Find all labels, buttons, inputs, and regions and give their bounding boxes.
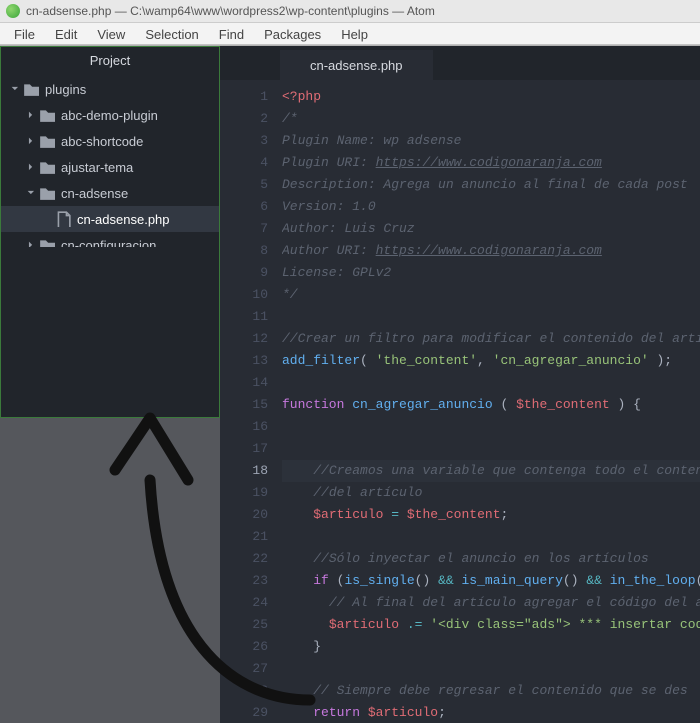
tab-label: cn-adsense.php <box>310 58 403 73</box>
code-line[interactable]: Author URI: https://www.codigonaranja.co… <box>282 240 700 262</box>
tree-label: cn-adsense <box>61 186 128 201</box>
chevron-right-icon <box>25 161 37 173</box>
code-line[interactable]: // Al final del artículo agregar el códi… <box>282 592 700 614</box>
code-line[interactable]: Plugin URI: https://www.codigonaranja.co… <box>282 152 700 174</box>
code-line[interactable]: $articulo = $the_content; <box>282 504 700 526</box>
folder-icon <box>39 159 55 175</box>
code-line[interactable]: return $articulo; <box>282 702 700 723</box>
window-titlebar: cn-adsense.php — C:\wamp64\www\wordpress… <box>0 0 700 23</box>
tree-label: abc-shortcode <box>61 134 143 149</box>
code-line[interactable] <box>282 526 700 548</box>
code-line[interactable]: License: GPLv2 <box>282 262 700 284</box>
editor-pane: cn-adsense.php 1234567891011121314151617… <box>220 46 700 723</box>
project-tree[interactable]: plugins abc-demo-plugin abc-shortcode ajust… <box>1 76 219 247</box>
folder-icon <box>39 107 55 123</box>
editor-tab-bar: cn-adsense.php <box>220 46 700 80</box>
menu-selection[interactable]: Selection <box>135 25 208 44</box>
chevron-down-icon <box>9 83 21 95</box>
tree-row[interactable]: cn-configuracion <box>1 232 219 247</box>
folder-icon <box>23 81 39 97</box>
code-line[interactable] <box>282 658 700 680</box>
code-line[interactable]: Plugin Name: wp adsense <box>282 130 700 152</box>
menu-view[interactable]: View <box>87 25 135 44</box>
code-line[interactable]: */ <box>282 284 700 306</box>
code-line[interactable]: add_filter( 'the_content', 'cn_agregar_a… <box>282 350 700 372</box>
atom-app-icon <box>6 4 20 18</box>
menu-edit[interactable]: Edit <box>45 25 87 44</box>
menu-bar: File Edit View Selection Find Packages H… <box>0 23 700 46</box>
menu-file[interactable]: File <box>4 25 45 44</box>
line-number-gutter: 1234567891011121314151617181920212223242… <box>220 80 282 723</box>
code-editor[interactable]: 1234567891011121314151617181920212223242… <box>220 80 700 723</box>
code-line[interactable]: //Crear un filtro para modificar el cont… <box>282 328 700 350</box>
code-line[interactable] <box>282 306 700 328</box>
window-title: cn-adsense.php — C:\wamp64\www\wordpress… <box>26 4 435 18</box>
tree-label: ajustar-tema <box>61 160 133 175</box>
tree-row[interactable]: cn-adsense <box>1 180 219 206</box>
code-line[interactable]: function cn_agregar_anuncio ( $the_conte… <box>282 394 700 416</box>
tab-cn-adsense[interactable]: cn-adsense.php <box>280 49 433 80</box>
menu-help[interactable]: Help <box>331 25 378 44</box>
code-line[interactable]: if (is_single() && is_main_query() && in… <box>282 570 700 592</box>
code-line[interactable]: Version: 1.0 <box>282 196 700 218</box>
tree-label: cn-configuracion <box>61 238 156 247</box>
chevron-right-icon <box>25 135 37 147</box>
menu-packages[interactable]: Packages <box>254 25 331 44</box>
code-line[interactable]: /* <box>282 108 700 130</box>
chevron-right-icon <box>25 109 37 121</box>
code-line[interactable] <box>282 372 700 394</box>
chevron-right-icon <box>25 239 37 247</box>
code-line[interactable]: //Sólo inyectar el anuncio en los artícu… <box>282 548 700 570</box>
tree-label: abc-demo-plugin <box>61 108 158 123</box>
folder-icon <box>39 237 55 247</box>
code-line[interactable]: $articulo .= '<div class="ads"> *** inse… <box>282 614 700 636</box>
tree-label: plugins <box>45 82 86 97</box>
tree-row[interactable]: abc-shortcode <box>1 128 219 154</box>
code-lines[interactable]: <?php/*Plugin Name: wp adsensePlugin URI… <box>282 80 700 723</box>
menu-find[interactable]: Find <box>209 25 254 44</box>
code-line[interactable]: <?php <box>282 86 700 108</box>
chevron-down-icon <box>25 187 37 199</box>
project-sidebar-title: Project <box>1 47 219 76</box>
folder-icon <box>39 133 55 149</box>
file-icon <box>55 211 71 227</box>
tree-row[interactable]: ajustar-tema <box>1 154 219 180</box>
project-sidebar: Project plugins abc-demo-plugin abc-shortc… <box>0 46 220 418</box>
tree-label: cn-adsense.php <box>77 212 170 227</box>
code-line[interactable]: } <box>282 636 700 658</box>
tree-row[interactable]: abc-demo-plugin <box>1 102 219 128</box>
code-line[interactable] <box>282 416 700 438</box>
code-line[interactable]: //del artículo <box>282 482 700 504</box>
code-line[interactable]: Description: Agrega un anuncio al final … <box>282 174 700 196</box>
tree-row[interactable]: plugins <box>1 76 219 102</box>
code-line[interactable]: //Creamos una variable que contenga todo… <box>282 460 700 482</box>
code-line[interactable]: Author: Luis Cruz <box>282 218 700 240</box>
folder-icon <box>39 185 55 201</box>
code-line[interactable]: // Siempre debe regresar el contenido qu… <box>282 680 700 702</box>
code-line[interactable] <box>282 438 700 460</box>
tree-row[interactable]: cn-adsense.php <box>1 206 219 232</box>
